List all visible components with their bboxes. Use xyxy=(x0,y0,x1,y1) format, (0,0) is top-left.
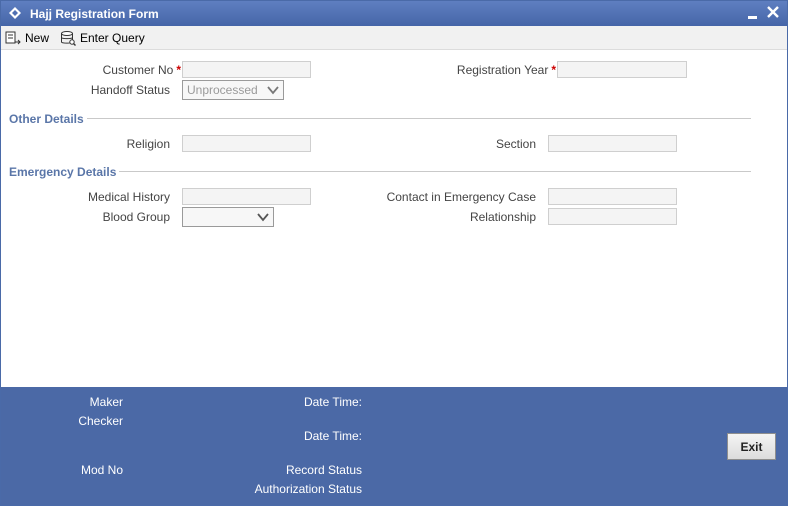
audit-footer: Maker Date Time: Checker Date Time: Mod … xyxy=(1,387,787,505)
new-button-label: New xyxy=(25,31,50,45)
maker-date-time-label: Date Time: xyxy=(303,395,362,409)
contact-emergency-field[interactable] xyxy=(548,188,677,205)
authorization-status-label: Authorization Status xyxy=(254,482,362,496)
medical-history-label: Medical History xyxy=(87,190,170,204)
blood-group-select[interactable] xyxy=(182,207,274,227)
religion-label: Religion xyxy=(126,137,170,151)
database-query-icon xyxy=(61,31,76,46)
required-marker: * xyxy=(551,63,556,77)
chevron-down-icon xyxy=(267,86,279,95)
relationship-label: Relationship xyxy=(469,210,536,224)
registration-year-field[interactable] xyxy=(557,61,687,78)
handoff-status-value: Unprocessed xyxy=(187,83,258,97)
emergency-details-divider xyxy=(119,171,751,172)
customer-no-field[interactable] xyxy=(182,61,311,78)
maker-label: Maker xyxy=(89,395,123,409)
enter-query-button[interactable]: Enter Query xyxy=(60,29,145,47)
other-details-divider xyxy=(87,118,751,119)
handoff-status-select[interactable]: Unprocessed xyxy=(182,80,284,100)
minimize-icon[interactable] xyxy=(746,5,760,21)
registration-year-label-text: Registration Year xyxy=(456,63,549,77)
hajj-registration-window: Hajj Registration Form New Enter Query C… xyxy=(0,0,788,506)
diamond-logo-icon xyxy=(9,7,21,19)
toolbar: New Enter Query xyxy=(1,26,787,50)
checker-date-time-label: Date Time: xyxy=(303,429,362,443)
medical-history-field[interactable] xyxy=(182,188,311,205)
contact-emergency-label: Contact in Emergency Case xyxy=(386,190,536,204)
section-label: Section xyxy=(495,137,536,151)
checker-label: Checker xyxy=(78,414,123,428)
close-icon[interactable] xyxy=(765,4,781,20)
customer-no-label: Customer No * xyxy=(71,63,181,77)
new-document-icon xyxy=(5,31,21,45)
emergency-details-title: Emergency Details xyxy=(9,165,117,179)
relationship-field[interactable] xyxy=(548,208,677,225)
chevron-down-icon xyxy=(257,213,269,222)
registration-year-label: Registration Year * xyxy=(421,63,556,77)
title-bar: Hajj Registration Form xyxy=(1,1,787,26)
religion-field[interactable] xyxy=(182,135,311,152)
mod-no-label: Mod No xyxy=(80,463,123,477)
record-status-label: Record Status xyxy=(285,463,362,477)
exit-button[interactable]: Exit xyxy=(727,433,776,460)
required-marker: * xyxy=(176,63,181,77)
section-field[interactable] xyxy=(548,135,677,152)
enter-query-button-label: Enter Query xyxy=(80,31,145,45)
other-details-title: Other Details xyxy=(9,112,84,126)
handoff-status-label: Handoff Status xyxy=(90,83,170,97)
window-title: Hajj Registration Form xyxy=(30,7,159,21)
blood-group-label: Blood Group xyxy=(102,210,170,224)
customer-no-label-text: Customer No xyxy=(102,63,174,77)
new-button[interactable]: New xyxy=(5,29,49,47)
